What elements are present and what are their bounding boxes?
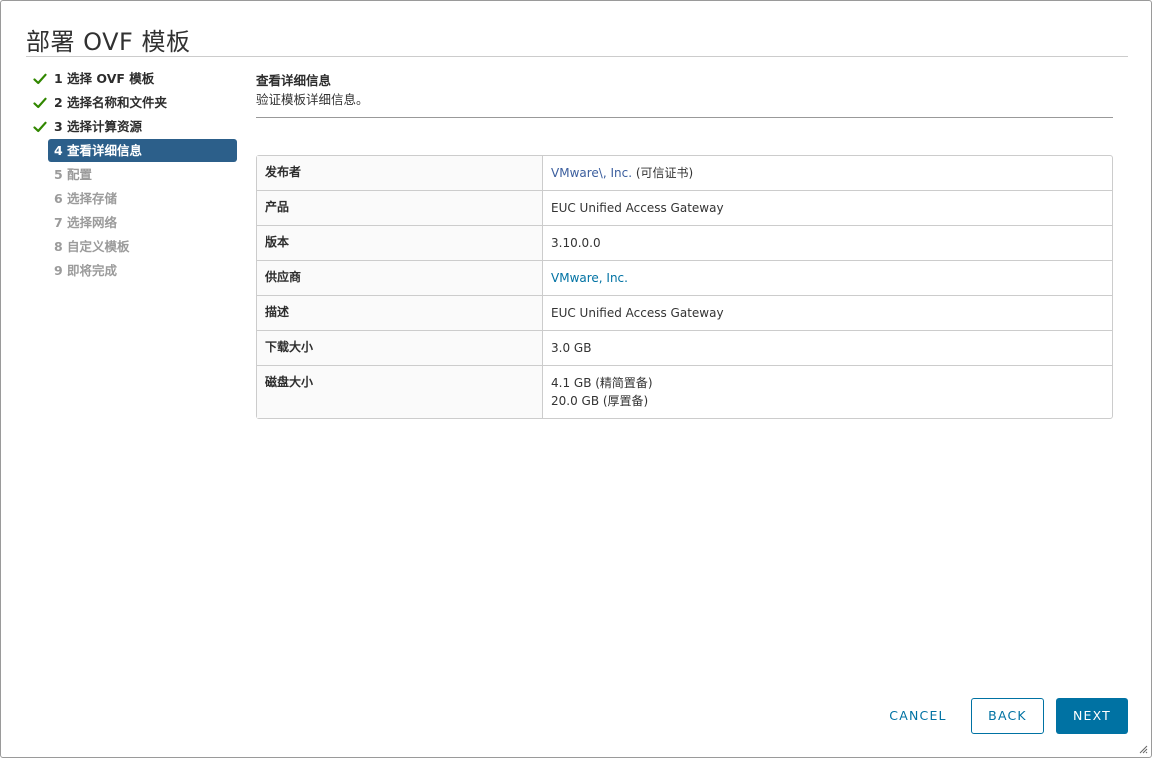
- row-value: EUC Unified Access Gateway: [551, 201, 724, 215]
- row-label: 版本: [257, 226, 543, 260]
- table-row-product: 产品 EUC Unified Access Gateway: [257, 190, 1112, 225]
- back-button[interactable]: BACK: [971, 698, 1044, 734]
- vendor-link[interactable]: VMware, Inc.: [551, 271, 628, 285]
- table-row-disk-size: 磁盘大小 4.1 GB (精简置备) 20.0 GB (厚置备): [257, 365, 1112, 418]
- step-label: 1 选择 OVF 模板: [54, 71, 155, 86]
- step-label: 6 选择存储: [54, 191, 118, 206]
- content-divider: [256, 117, 1113, 118]
- step-4-current[interactable]: 4 查看详细信息: [26, 139, 238, 163]
- step-label: 3 选择计算资源: [54, 119, 143, 134]
- row-value: 3.0 GB: [551, 341, 592, 355]
- table-row-publisher: 发布者 VMware\, Inc. (可信证书): [257, 156, 1112, 190]
- step-label: 2 选择名称和文件夹: [54, 95, 168, 110]
- step-5: 5 配置: [26, 163, 238, 187]
- disk-size-thick: 20.0 GB (厚置备): [551, 394, 649, 408]
- content-subheading: 验证模板详细信息。: [256, 92, 369, 107]
- disk-size-thin: 4.1 GB (精简置备): [551, 376, 653, 390]
- check-icon: [33, 97, 47, 109]
- wizard-steps: 1 选择 OVF 模板 2 选择名称和文件夹 3 选择计算资源 4 查看详细信息…: [26, 67, 238, 283]
- step-content-header: 查看详细信息 验证模板详细信息。: [256, 71, 1113, 118]
- step-6: 6 选择存储: [26, 187, 238, 211]
- row-label: 产品: [257, 191, 543, 225]
- step-7: 7 选择网络: [26, 211, 238, 235]
- step-8: 8 自定义模板: [26, 235, 238, 259]
- publisher-cert-note: (可信证书): [632, 166, 694, 180]
- row-value: 4.1 GB (精简置备) 20.0 GB (厚置备): [543, 366, 1112, 418]
- step-1[interactable]: 1 选择 OVF 模板: [26, 67, 238, 91]
- row-label: 描述: [257, 296, 543, 330]
- table-row-vendor: 供应商 VMware, Inc.: [257, 260, 1112, 295]
- row-value: VMware, Inc.: [543, 261, 1112, 295]
- details-table: 发布者 VMware\, Inc. (可信证书) 产品 EUC Unified …: [256, 155, 1113, 419]
- deploy-ovf-dialog: 部署 OVF 模板 1 选择 OVF 模板 2 选择名称和文件夹 3 选择计算资…: [0, 0, 1152, 758]
- step-label: 7 选择网络: [54, 215, 118, 230]
- table-row-description: 描述 EUC Unified Access Gateway: [257, 295, 1112, 330]
- table-row-download-size: 下载大小 3.0 GB: [257, 330, 1112, 365]
- row-label: 发布者: [257, 156, 543, 190]
- row-label: 磁盘大小: [257, 366, 543, 418]
- table-row-version: 版本 3.10.0.0: [257, 225, 1112, 260]
- step-2[interactable]: 2 选择名称和文件夹: [26, 91, 238, 115]
- content-heading: 查看详细信息: [256, 73, 332, 88]
- step-label: 8 自定义模板: [54, 239, 130, 254]
- step-label: 5 配置: [54, 167, 93, 182]
- check-icon: [33, 121, 47, 133]
- publisher-link[interactable]: VMware\, Inc.: [551, 166, 632, 180]
- row-value: VMware\, Inc. (可信证书): [543, 156, 1112, 190]
- row-label: 供应商: [257, 261, 543, 295]
- row-label: 下载大小: [257, 331, 543, 365]
- step-label: 9 即将完成: [54, 263, 118, 278]
- next-button[interactable]: NEXT: [1056, 698, 1128, 734]
- title-divider: [26, 56, 1128, 57]
- step-3[interactable]: 3 选择计算资源: [26, 115, 238, 139]
- dialog-title: 部署 OVF 模板: [26, 28, 191, 56]
- resize-grip-icon[interactable]: [1138, 744, 1148, 754]
- step-9: 9 即将完成: [26, 259, 238, 283]
- row-value: EUC Unified Access Gateway: [551, 306, 724, 320]
- cancel-button[interactable]: CANCEL: [878, 698, 958, 734]
- step-label: 4 查看详细信息: [54, 143, 143, 158]
- check-icon: [33, 73, 47, 85]
- row-value: 3.10.0.0: [551, 236, 601, 250]
